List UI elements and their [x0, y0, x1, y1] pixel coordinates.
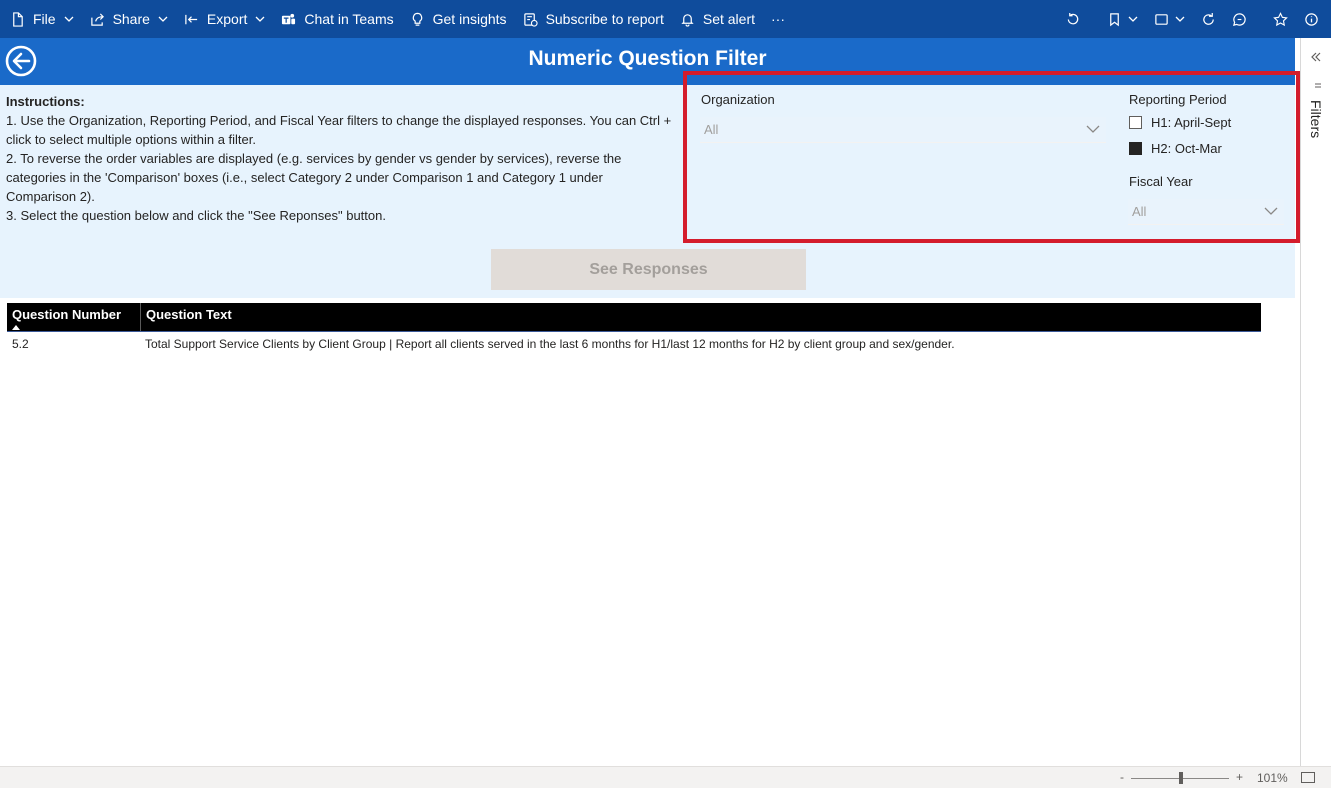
chat-label: Chat in Teams: [304, 11, 394, 27]
export-icon: [185, 14, 198, 24]
document-icon: [13, 11, 23, 27]
chevron-down-icon: [1264, 207, 1278, 215]
fit-to-page-icon[interactable]: [1301, 772, 1315, 783]
checkbox-checked[interactable]: [1129, 142, 1142, 155]
option-label: H2: Oct-Mar: [1151, 141, 1222, 156]
header-label: Question Number: [12, 307, 122, 322]
instruction-line: 3. Select the question below and click t…: [6, 208, 386, 223]
subscribe-button[interactable]: Subscribe to report: [515, 0, 672, 38]
sort-ascending-icon: [12, 325, 20, 330]
chevron-down-icon: [158, 16, 168, 22]
reset-button[interactable]: [1058, 0, 1089, 38]
lightbulb-icon: [412, 12, 422, 26]
teams-icon: [282, 13, 296, 24]
zoom-in-button[interactable]: +: [1236, 770, 1243, 784]
instructions-heading: Instructions:: [6, 94, 85, 109]
status-bar: - + 101%: [0, 766, 1331, 788]
refresh-button[interactable]: [1193, 0, 1224, 38]
cell-question-text: Total Support Service Clients by Client …: [145, 337, 955, 351]
chat-in-teams-button[interactable]: Chat in Teams: [273, 0, 401, 38]
option-label: H1: April-Sept: [1151, 115, 1232, 130]
subscribe-icon: [523, 12, 538, 27]
more-options-button[interactable]: ···: [763, 0, 793, 38]
fiscal-year-value: All: [1132, 204, 1147, 219]
bookmark-button[interactable]: [1099, 0, 1146, 38]
bookmark-icon: [1110, 12, 1119, 26]
instructions-text: Instructions: 1. Use the Organization, R…: [6, 92, 672, 225]
zoom-level: 101%: [1257, 771, 1288, 785]
organization-slicer-title: Organization: [701, 92, 775, 107]
column-header-question-number[interactable]: Question Number: [7, 303, 140, 331]
reporting-period-option-h2[interactable]: H2: Oct-Mar: [1129, 141, 1222, 156]
reporting-period-option-h1[interactable]: H1: April-Sept: [1129, 115, 1231, 130]
view-icon: [1155, 13, 1168, 25]
filters-pane-label[interactable]: Filters: [1308, 100, 1324, 138]
table-row[interactable]: 5.2 Total Support Service Clients by Cli…: [7, 331, 1261, 357]
subscribe-label: Subscribe to report: [545, 11, 664, 27]
organization-value: All: [704, 122, 719, 137]
organization-dropdown[interactable]: All: [700, 117, 1106, 143]
file-menu[interactable]: File: [2, 0, 82, 38]
questions-table: Question Number Question Text 5.2 Total …: [7, 303, 1261, 357]
back-arrow-icon[interactable]: [5, 45, 37, 77]
checkbox-unchecked[interactable]: [1129, 116, 1142, 129]
get-insights-button[interactable]: Get insights: [402, 0, 515, 38]
table-header: Question Number Question Text: [7, 303, 1261, 331]
bell-icon: [681, 13, 694, 27]
cell-question-number: 5.2: [12, 337, 29, 351]
chevron-down-icon: [1175, 16, 1185, 22]
fiscal-year-dropdown[interactable]: All: [1128, 199, 1284, 225]
more-label: ···: [771, 11, 785, 27]
fiscal-year-slicer-title: Fiscal Year: [1129, 174, 1193, 189]
star-icon: [1273, 11, 1288, 26]
filters-pane: Filters: [1300, 38, 1331, 766]
instruction-line: 2. To reverse the order variables are di…: [6, 151, 622, 204]
refresh-icon: [1203, 12, 1214, 25]
zoom-slider-thumb[interactable]: [1179, 772, 1183, 784]
insights-label: Get insights: [432, 11, 507, 27]
favorite-button[interactable]: [1265, 0, 1296, 38]
double-chevron-left-icon[interactable]: [1311, 52, 1321, 62]
chevron-down-icon: [64, 16, 74, 22]
undo-icon: [1067, 12, 1079, 24]
chevron-down-icon: [1128, 16, 1138, 22]
zoom-out-button[interactable]: -: [1120, 770, 1124, 784]
header-label: Question Text: [146, 307, 232, 322]
report-canvas: Numeric Question Filter Instructions: 1.…: [0, 38, 1300, 766]
reporting-period-slicer-title: Reporting Period: [1129, 92, 1227, 107]
export-menu[interactable]: Export: [176, 0, 273, 38]
filter-lines-icon: [1315, 83, 1321, 88]
column-header-question-text[interactable]: Question Text: [140, 303, 1261, 331]
info-button[interactable]: [1296, 0, 1327, 38]
file-label: File: [33, 11, 56, 27]
set-alert-button[interactable]: Set alert: [672, 0, 763, 38]
comments-button[interactable]: [1224, 0, 1255, 38]
chevron-down-icon: [255, 16, 265, 22]
see-responses-button[interactable]: See Responses: [491, 249, 806, 290]
share-menu[interactable]: Share: [82, 0, 176, 38]
share-label: Share: [112, 11, 150, 27]
info-icon: [1305, 12, 1318, 26]
export-label: Export: [206, 11, 248, 27]
chevron-down-icon: [1086, 125, 1100, 133]
comment-icon: [1233, 12, 1246, 26]
instruction-line: 1. Use the Organization, Reporting Perio…: [6, 113, 672, 147]
view-button[interactable]: [1146, 0, 1193, 38]
alert-label: Set alert: [702, 11, 755, 27]
share-icon: [90, 12, 104, 26]
top-toolbar: File Share Export Chat in Teams Get insi…: [0, 0, 1331, 38]
